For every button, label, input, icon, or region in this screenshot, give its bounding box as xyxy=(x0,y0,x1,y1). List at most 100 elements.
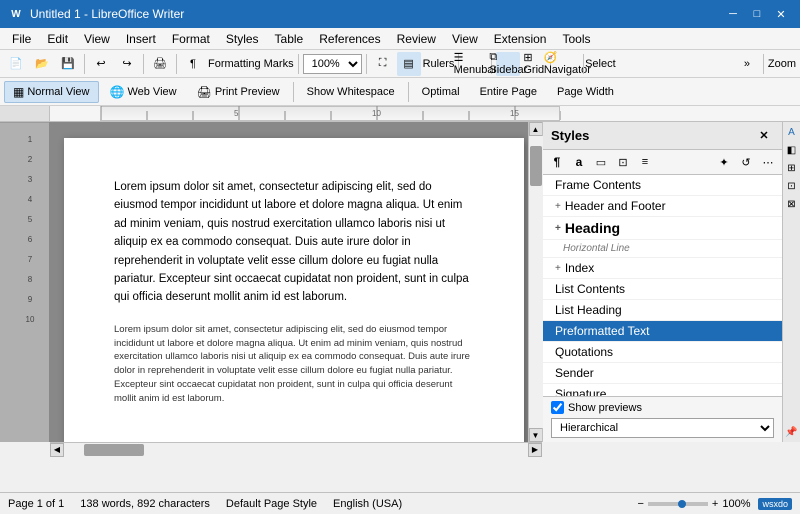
style-horizontal-line: Horizontal Line xyxy=(543,240,782,258)
style-list-contents[interactable]: List Contents xyxy=(543,279,782,300)
right-icon-1[interactable]: A xyxy=(784,124,800,140)
scroll-up-button[interactable]: ▲ xyxy=(529,122,543,136)
right-icon-2[interactable]: ◧ xyxy=(784,142,800,158)
web-view-button[interactable]: 🌐 Web View xyxy=(101,81,186,103)
sidebar-header-icons: ✕ xyxy=(754,126,774,146)
select-button[interactable]: Select xyxy=(588,52,612,76)
print-button[interactable]: 🖨 xyxy=(148,52,172,76)
hierarchy-select[interactable]: Hierarchical xyxy=(551,418,774,438)
update-style-button[interactable]: ↺ xyxy=(736,152,756,172)
rulers-icon[interactable]: ▤ xyxy=(397,52,421,76)
wsxdo-badge: wsxdo xyxy=(758,498,792,510)
zoom-handle[interactable] xyxy=(678,500,686,508)
right-icon-pin[interactable]: 📌 xyxy=(784,424,800,440)
svg-text:1: 1 xyxy=(28,135,33,144)
grid-button[interactable]: ⊞ Grid xyxy=(522,52,546,76)
style-quotations[interactable]: Quotations xyxy=(543,342,782,363)
menu-review[interactable]: Review xyxy=(389,28,444,49)
zoom-bar: − + 100% xyxy=(637,498,750,510)
svg-text:5: 5 xyxy=(28,215,33,224)
menu-references[interactable]: References xyxy=(311,28,388,49)
right-icon-3[interactable]: ⊞ xyxy=(784,160,800,176)
normal-view-button[interactable]: ▦ Normal View xyxy=(4,81,99,103)
list-styles-button[interactable]: ≡ xyxy=(635,152,655,172)
full-screen-button[interactable]: ⛶ xyxy=(371,52,395,76)
style-frame-contents[interactable]: Frame Contents xyxy=(543,175,782,196)
zoom-out-icon[interactable]: − xyxy=(637,498,643,510)
window-title: Untitled 1 - LibreOffice Writer xyxy=(30,7,184,21)
right-icon-5[interactable]: ⊠ xyxy=(784,196,800,212)
right-icon-4[interactable]: ⊡ xyxy=(784,178,800,194)
new-style-button[interactable]: ✦ xyxy=(714,152,734,172)
sidebar-right-panel: A ◧ ⊞ ⊡ ⊠ 📌 xyxy=(782,122,800,442)
style-heading[interactable]: Heading xyxy=(543,217,782,240)
menu-edit[interactable]: Edit xyxy=(39,28,76,49)
scroll-thumb[interactable] xyxy=(530,146,542,186)
menu-file[interactable]: File xyxy=(4,28,39,49)
horiz-track[interactable] xyxy=(64,443,528,457)
svg-text:15: 15 xyxy=(510,109,519,118)
frame-styles-button[interactable]: ▭ xyxy=(591,152,611,172)
menu-view2[interactable]: View xyxy=(444,28,486,49)
horiz-thumb[interactable] xyxy=(84,444,144,456)
scroll-right-button[interactable]: ▶ xyxy=(528,443,542,457)
show-previews-checkbox[interactable] xyxy=(551,401,564,414)
menu-view[interactable]: View xyxy=(76,28,118,49)
page-styles-button[interactable]: ⊡ xyxy=(613,152,633,172)
document-page[interactable]: Lorem ipsum dolor sit amet, consectetur … xyxy=(64,138,524,442)
menu-extension[interactable]: Extension xyxy=(486,28,555,49)
minimize-button[interactable]: ─ xyxy=(722,3,744,25)
sidebar-close-button[interactable]: ✕ xyxy=(754,126,774,146)
optimal-button[interactable]: Optimal xyxy=(413,81,469,103)
char-styles-button[interactable]: a xyxy=(569,152,589,172)
style-header-footer[interactable]: Header and Footer xyxy=(543,196,782,217)
view-sep-1 xyxy=(293,82,294,102)
save-button[interactable]: 💾 xyxy=(56,52,80,76)
formatting-marks-label: Formatting Marks xyxy=(208,58,294,70)
style-index[interactable]: Index xyxy=(543,258,782,279)
style-signature[interactable]: Signature xyxy=(543,384,782,396)
maximize-button[interactable]: □ xyxy=(746,3,768,25)
menu-table[interactable]: Table xyxy=(267,28,312,49)
print-preview-button[interactable]: 🖨 Print Preview xyxy=(188,81,289,103)
style-more-button[interactable]: ⋯ xyxy=(758,152,778,172)
scroll-track[interactable] xyxy=(529,136,543,428)
scroll-left-button[interactable]: ◀ xyxy=(50,443,64,457)
menu-tools[interactable]: Tools xyxy=(554,28,598,49)
menu-styles[interactable]: Styles xyxy=(218,28,267,49)
new-button[interactable]: 📄 xyxy=(4,52,28,76)
style-list-heading[interactable]: List Heading xyxy=(543,300,782,321)
page-width-button[interactable]: Page Width xyxy=(548,81,623,103)
toolbar-sep-3 xyxy=(176,54,177,74)
scroll-down-button[interactable]: ▼ xyxy=(529,428,543,442)
show-whitespace-button[interactable]: Show Whitespace xyxy=(298,81,404,103)
paragraph-styles-button[interactable]: ¶ xyxy=(547,152,567,172)
view-sep-2 xyxy=(408,82,409,102)
view-more-button[interactable]: » xyxy=(735,52,759,76)
zoom-in-icon[interactable]: + xyxy=(712,498,718,510)
sidebar-toolbar: ¶ a ▭ ⊡ ≡ ✦ ↺ ⋯ xyxy=(543,150,782,175)
entire-page-button[interactable]: Entire Page xyxy=(471,81,546,103)
zoom-slider[interactable] xyxy=(648,502,708,506)
close-button[interactable]: ✕ xyxy=(770,3,792,25)
svg-text:2: 2 xyxy=(28,155,33,164)
undo-button[interactable]: ↩ xyxy=(89,52,113,76)
open-button[interactable]: 📂 xyxy=(30,52,54,76)
navigator-button[interactable]: 🧭 Navigator xyxy=(555,52,579,76)
show-previews-row: Show previews xyxy=(551,401,774,414)
toolbar-sep-5 xyxy=(366,54,367,74)
style-list: Frame Contents Header and Footer Heading… xyxy=(543,175,782,396)
print-preview-icon: 🖨 xyxy=(197,85,212,99)
menu-format[interactable]: Format xyxy=(164,28,218,49)
zoom-select[interactable]: 100% 75% 150% xyxy=(303,54,362,74)
normal-view-label: Normal View xyxy=(27,86,89,98)
vertical-scrollbar[interactable]: ▲ ▼ xyxy=(528,122,542,442)
sidebar-button[interactable]: ⧉ Sidebar xyxy=(496,52,520,76)
paragraph-1: Lorem ipsum dolor sit amet, consectetur … xyxy=(114,178,474,307)
menu-insert[interactable]: Insert xyxy=(118,28,164,49)
style-sender[interactable]: Sender xyxy=(543,363,782,384)
style-preformatted-text[interactable]: Preformatted Text xyxy=(543,321,782,342)
redo-button[interactable]: ↪ xyxy=(115,52,139,76)
menubar-button[interactable]: ☰ Menubar xyxy=(463,52,487,76)
horizontal-scrollbar[interactable]: ◀ ▶ xyxy=(50,442,542,456)
